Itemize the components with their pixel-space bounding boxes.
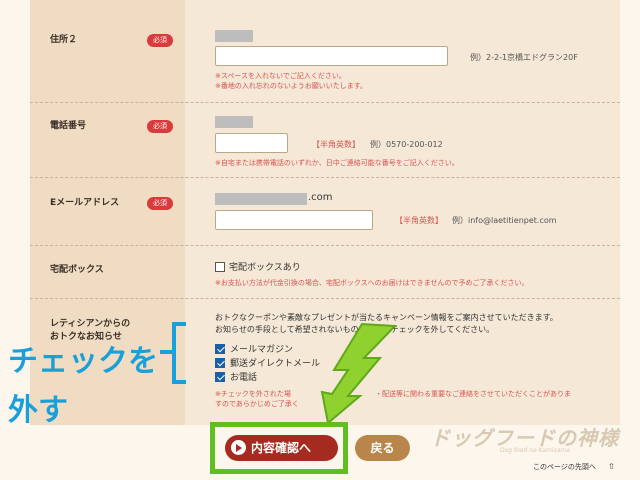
address2-input[interactable] [215,46,448,66]
brand-subtitle: Dog food no Kamisama [500,447,570,454]
callout-bracket-tick [160,350,174,354]
redacted-value [215,30,253,42]
row-divider [30,245,620,246]
redacted-value [215,116,253,128]
address2-note: ※スペースを入れないでご記入ください。 [215,72,346,80]
page-top-link[interactable]: このページの先頭へ [533,462,596,472]
callout-line-2: 外す [8,393,68,428]
page: 住所２ 必須 例）2-2-1京橋エドグラン20F ※スペースを入れないでご記入く… [0,0,640,480]
phone-note: ※自宅または携帯電話のいずれか、日中ご連絡可能な番号をご記入ください。 [215,159,459,167]
confirm-button[interactable]: 内容確認へ [225,435,338,461]
delivery-box-checkbox-label: 宅配ボックスあり [229,263,301,273]
annotation-arrow-icon [320,322,398,425]
required-badge: 必須 [147,197,173,210]
address2-note: ※番地の入れ忘れのないようお願いいたします。 [215,82,368,90]
phone-input[interactable] [215,133,288,153]
delivery-box-label: 宅配ボックス [50,265,104,275]
play-icon [231,440,246,455]
newsletter-checkbox-directmail[interactable] [215,358,225,368]
address2-label: 住所２ [50,35,78,45]
back-button-label: 戻る [370,441,395,455]
email-label: Eメールアドレス [50,198,120,208]
callout-line-1: チェックを [8,344,158,379]
newsletter-option-label: お電話 [230,373,258,383]
email-domain: .com [308,192,333,203]
newsletter-note: すのであらかじめご了承く [215,400,299,408]
row-divider [30,177,620,178]
address2-example: 例）2-2-1京橋エドグラン20F [470,53,578,62]
required-badge: 必須 [147,34,173,47]
right-margin [620,0,640,480]
confirm-button-label: 内容確認へ [251,441,312,455]
newsletter-checkbox-phone[interactable] [215,372,225,382]
page-top-arrow-icon[interactable]: ⇧ [608,462,615,471]
callout-bracket [172,322,186,384]
delivery-box-checkbox[interactable] [215,262,225,272]
email-input[interactable] [215,210,373,230]
delivery-box-note: ※お支払い方法が代金引換の場合、宅配ボックスへのお届けはできませんので予めご了承… [215,279,529,287]
newsletter-checkbox-mailmagazine[interactable] [215,344,225,354]
required-badge: 必須 [147,120,173,133]
phone-label: 電話番号 [50,121,87,131]
redacted-value [215,193,307,205]
newsletter-note: ※チェックを外された場 [215,390,291,398]
newsletter-option-label: メールマガジン [230,345,294,355]
email-hankaku-note: 【半角英数】 [395,216,443,225]
row-divider [30,298,620,299]
newsletter-label: レティシアンからの [50,319,131,329]
email-example: 例）info@laetitienpet.com [452,216,557,225]
phone-example: 例）0570-200-012 [370,140,443,149]
back-button[interactable]: 戻る [355,435,410,461]
row-divider [30,102,620,103]
phone-hankaku-note: 【半角英数】 [312,140,360,149]
